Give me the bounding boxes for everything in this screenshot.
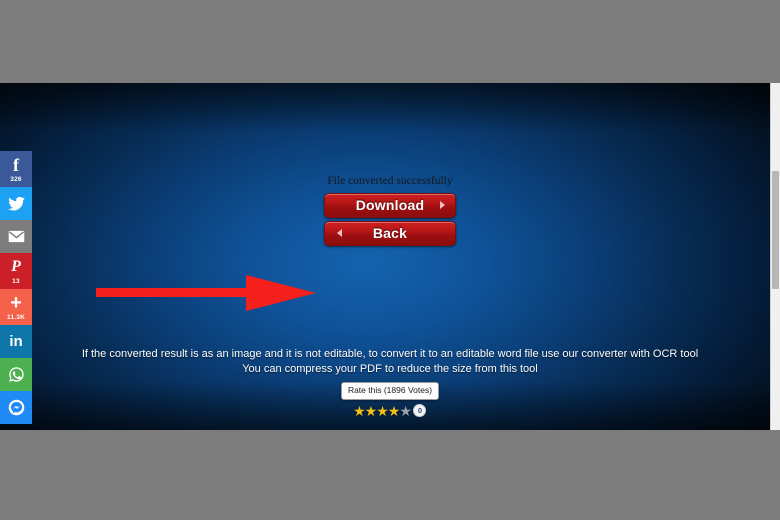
letterbox-bottom (0, 430, 780, 520)
info-line-ocr[interactable]: If the converted result is as an image a… (82, 347, 698, 362)
arrow-right-pointer (96, 275, 316, 311)
email-icon (8, 227, 25, 246)
info-text-block: If the converted result is as an image a… (0, 347, 780, 377)
back-button-label: Back (372, 225, 408, 241)
social-button-linkedin[interactable]: in (0, 325, 32, 358)
star-icon[interactable]: ★ (399, 404, 412, 418)
messenger-icon (8, 398, 25, 417)
social-count-facebook: 326 (10, 175, 22, 183)
chevron-right-icon (440, 201, 445, 209)
rate-tooltip: Rate this (1896 Votes) (340, 382, 440, 400)
rate-badge: 0 (413, 404, 427, 417)
linkedin-icon: in (9, 333, 23, 350)
facebook-icon: f (13, 155, 19, 176)
whatsapp-icon (8, 365, 25, 384)
info-line-compress[interactable]: You can compress your PDF to reduce the … (242, 362, 538, 377)
social-share-rail: f 326 P 13 +11.3K in (0, 151, 32, 424)
social-count-share-more: 11.3K (7, 313, 25, 321)
social-button-pinterest[interactable]: P 13 (0, 253, 32, 289)
social-button-whatsapp[interactable] (0, 358, 32, 391)
browser-page-content: f 326 P 13 +11.3K in File converted successfu… (0, 83, 780, 430)
back-button[interactable]: Back (324, 220, 456, 246)
social-button-share-more[interactable]: +11.3K (0, 289, 32, 325)
conversion-result-block: File converted successfully Download Bac… (0, 175, 780, 249)
status-text: File converted successfully (327, 175, 453, 187)
social-count-pinterest: 13 (12, 277, 20, 285)
social-button-messenger[interactable] (0, 391, 32, 424)
twitter-icon (7, 194, 25, 213)
letterbox-top (0, 0, 780, 83)
pinterest-icon: P (11, 258, 21, 276)
vertical-scrollbar[interactable] (770, 83, 780, 430)
rating-widget: Rate this (1896 Votes) ★ ★ ★ ★ ★ 0 (0, 382, 780, 418)
download-button[interactable]: Download (324, 192, 456, 218)
plus-icon: + (10, 292, 22, 315)
scrollbar-thumb[interactable] (772, 171, 779, 289)
social-button-facebook[interactable]: f 326 (0, 151, 32, 187)
social-button-email[interactable] (0, 220, 32, 253)
star-rating[interactable]: ★ ★ ★ ★ ★ 0 (353, 404, 427, 418)
chevron-left-icon (337, 229, 342, 237)
social-button-twitter[interactable] (0, 187, 32, 220)
download-button-label: Download (355, 197, 425, 213)
